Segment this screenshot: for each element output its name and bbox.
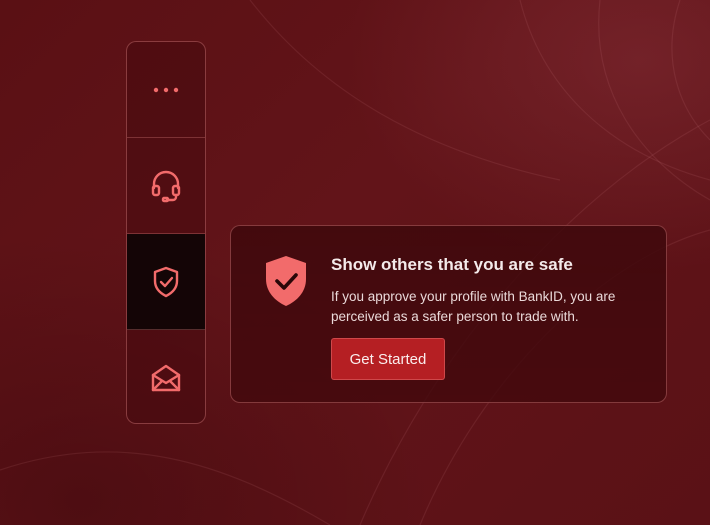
headset-icon (150, 169, 182, 203)
shield-check-icon (152, 266, 180, 298)
sidebar-item-support[interactable] (127, 138, 205, 234)
more-dots-icon (152, 86, 180, 94)
card-title: Show others that you are safe (331, 255, 573, 274)
verification-card: Show others that you are safe If you app… (230, 225, 667, 403)
sidebar-item-more[interactable] (127, 42, 205, 138)
sidebar-item-messages[interactable] (127, 330, 205, 423)
sidebar-item-verification[interactable] (127, 234, 205, 330)
get-started-button[interactable]: Get Started (331, 338, 445, 380)
card-description: If you approve your profile with BankID,… (331, 289, 616, 324)
sidebar (126, 41, 206, 424)
shield-check-icon (264, 255, 308, 312)
open-envelope-icon (150, 362, 182, 394)
